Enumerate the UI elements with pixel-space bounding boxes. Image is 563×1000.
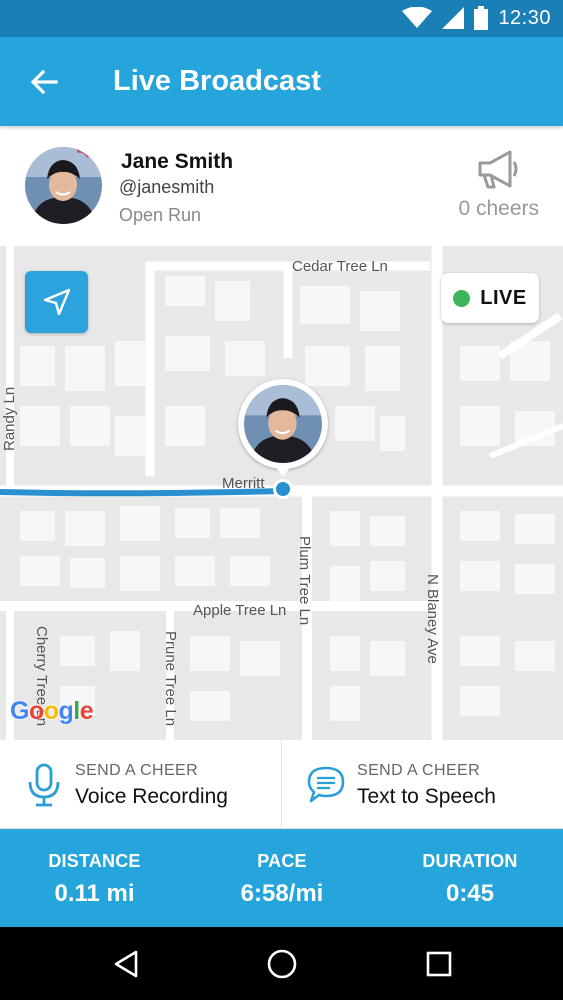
system-nav-bar xyxy=(0,927,563,1000)
wifi-icon xyxy=(402,7,433,28)
live-indicator: LIVE xyxy=(441,273,539,323)
stat-value: 6:58/mi xyxy=(240,880,324,907)
stat-value: 0:45 xyxy=(445,880,495,907)
cheer-sublabel: SEND A CHEER xyxy=(75,762,199,779)
battery-icon xyxy=(474,6,489,30)
live-label: LIVE xyxy=(480,286,527,309)
user-handle: @janesmith xyxy=(119,177,215,197)
cheer-label: Text to Speech xyxy=(357,785,496,808)
live-dot xyxy=(453,289,471,307)
street-label-plum: Plum Tree Ln xyxy=(296,536,313,625)
stat-value: 0.11 mi xyxy=(54,880,135,907)
runner-avatar xyxy=(244,385,322,463)
stat-duration: DURATION 0:45 xyxy=(414,851,526,908)
back-button[interactable] xyxy=(22,61,66,103)
locate-button[interactable] xyxy=(25,271,88,333)
app-bar: Live Broadcast xyxy=(0,37,563,126)
speech-bubble-icon xyxy=(307,766,345,803)
home-circle-icon xyxy=(267,949,297,979)
street-label-cedar: Cedar Tree Ln xyxy=(292,258,388,275)
status-time: 12:30 xyxy=(498,6,551,29)
cheer-sublabel: SEND A CHEER xyxy=(357,762,481,779)
stat-label: PACE xyxy=(257,851,307,871)
stats-bar: DISTANCE 0.11 mi PACE 6:58/mi DURATION 0… xyxy=(0,829,563,927)
google-logo: Google xyxy=(10,697,94,725)
back-triangle-icon xyxy=(114,950,138,978)
status-bar: 12:30 xyxy=(0,0,563,37)
runner-location-pin[interactable] xyxy=(238,379,328,499)
street-label-apple: Apple Tree Ln xyxy=(193,602,286,619)
street-label-blaney: N Blaney Ave xyxy=(424,574,441,664)
street-label-prune: Prune Tree Ln xyxy=(162,631,179,726)
microphone-icon xyxy=(28,763,60,807)
nav-back-button[interactable] xyxy=(107,945,145,983)
stat-label: DISTANCE xyxy=(48,851,141,871)
avatar[interactable] xyxy=(25,147,102,224)
cheer-label: Voice Recording xyxy=(75,785,228,808)
nav-home-button[interactable] xyxy=(263,945,301,983)
recents-square-icon xyxy=(426,951,452,977)
page-title: Live Broadcast xyxy=(113,65,321,97)
cheers-count: 0 cheers xyxy=(458,197,539,220)
megaphone-icon xyxy=(478,150,518,189)
stat-label: DURATION xyxy=(422,851,518,871)
navigation-arrow-icon xyxy=(43,288,70,316)
cheer-actions: SEND A CHEER Voice Recording SEND A CHEE… xyxy=(0,740,563,829)
profile-header: Jane Smith @janesmith Open Run 0 cheers xyxy=(0,126,563,246)
user-name: Jane Smith xyxy=(121,150,234,173)
activity-type: Open Run xyxy=(119,205,202,225)
stat-distance: DISTANCE 0.11 mi xyxy=(42,851,147,908)
street-label-randy: Randy Ln xyxy=(1,387,18,451)
location-dot xyxy=(273,479,293,499)
nav-recents-button[interactable] xyxy=(420,945,458,983)
voice-recording-button[interactable]: SEND A CHEER Voice Recording xyxy=(0,740,281,828)
status-icons: 12:30 xyxy=(402,6,551,30)
arrow-back-icon xyxy=(30,69,58,95)
signal-icon xyxy=(442,7,465,29)
text-to-speech-button[interactable]: SEND A CHEER Text to Speech xyxy=(281,740,563,828)
stat-pace: PACE 6:58/mi xyxy=(222,851,342,908)
map-view[interactable]: Cedar Tree Ln Merritt Apple Tree Ln Plum… xyxy=(0,246,563,740)
